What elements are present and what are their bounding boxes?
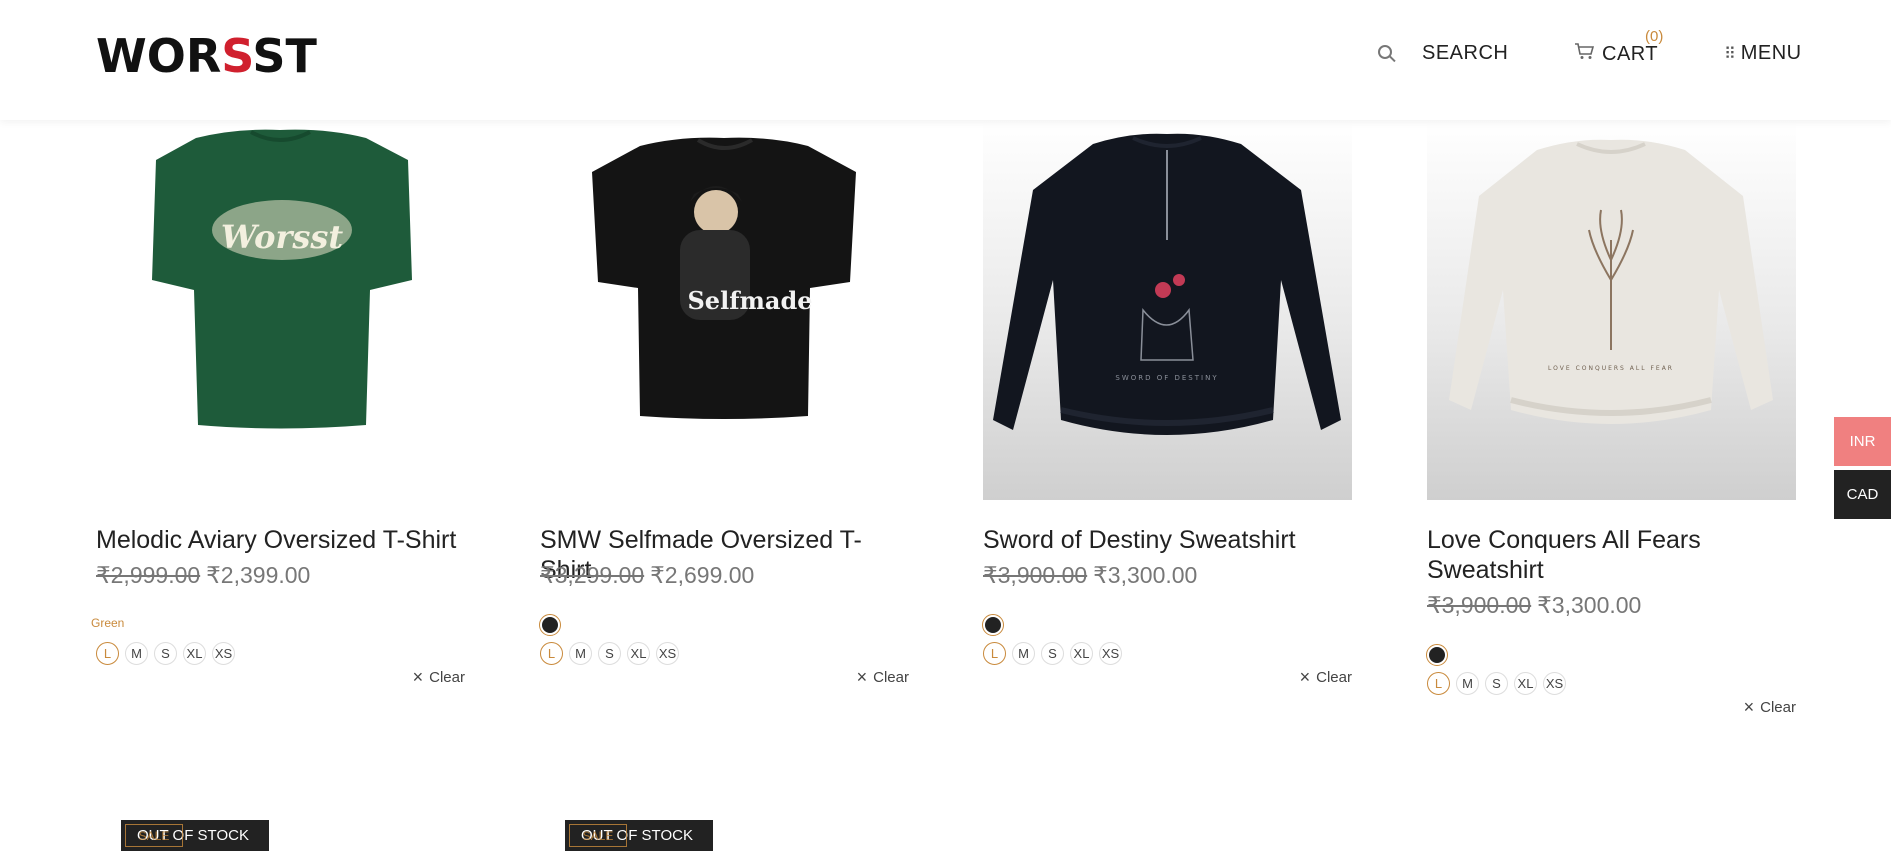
- sale-badge: SALE: [125, 824, 183, 847]
- cart-link[interactable]: CART: [1574, 42, 1658, 66]
- sweatshirt-graphic-text: SWORD OF DESTINY: [1115, 374, 1218, 382]
- product-price: ₹2,999.00 ₹2,399.00: [96, 562, 310, 589]
- original-price: ₹3,900.00: [983, 562, 1088, 588]
- size-options: L M S XL XS: [96, 642, 235, 665]
- clear-button[interactable]: × Clear: [413, 667, 465, 688]
- color-swatch-black[interactable]: [539, 614, 561, 636]
- size-s[interactable]: S: [1041, 642, 1064, 665]
- size-xs[interactable]: XS: [656, 642, 679, 665]
- product-title[interactable]: Love Conquers All Fears Sweatshirt: [1427, 525, 1796, 585]
- search-icon: [1378, 44, 1392, 59]
- original-price: ₹3,299.00: [540, 562, 645, 588]
- clear-label: Clear: [873, 669, 909, 686]
- site-logo[interactable]: WORSST: [96, 30, 317, 82]
- swatch-dot: [542, 617, 558, 633]
- size-s[interactable]: S: [154, 642, 177, 665]
- product-image[interactable]: LOVE CONQUERS ALL FEAR: [1427, 120, 1796, 500]
- currency-inr-button[interactable]: INR: [1834, 417, 1891, 466]
- size-options: L M S XL XS: [983, 642, 1122, 665]
- original-price: ₹2,999.00: [96, 562, 201, 588]
- close-icon: ×: [412, 667, 424, 687]
- out-of-stock-badge: SALE OUT OF STOCK: [565, 820, 713, 851]
- size-m[interactable]: M: [1012, 642, 1035, 665]
- product-image[interactable]: Worsst: [96, 120, 465, 500]
- size-xl[interactable]: XL: [1070, 642, 1093, 665]
- cart-count-badge: (0): [1645, 28, 1664, 45]
- product-price: ₹3,900.00 ₹3,300.00: [983, 562, 1197, 589]
- swatch-dot: [1429, 647, 1445, 663]
- tshirt-graphic-text: Worsst: [221, 218, 344, 256]
- sale-badge: SALE: [569, 824, 627, 847]
- cart-label: CART: [1602, 42, 1659, 65]
- sale-price: ₹3,300.00: [1537, 592, 1642, 618]
- close-icon: ×: [856, 667, 868, 687]
- search-link[interactable]: SEARCH: [1378, 42, 1508, 65]
- size-l[interactable]: L: [1427, 672, 1450, 695]
- size-m[interactable]: M: [1456, 672, 1479, 695]
- product-price: ₹3,299.00 ₹2,699.00: [540, 562, 754, 589]
- clear-label: Clear: [429, 669, 465, 686]
- clear-label: Clear: [1316, 669, 1352, 686]
- product-image[interactable]: Selfmade: [540, 120, 909, 500]
- site-header: WORSST SEARCH CART (0) ⠿ MENU: [0, 0, 1891, 120]
- size-xs[interactable]: XS: [1099, 642, 1122, 665]
- size-xl[interactable]: XL: [1514, 672, 1537, 695]
- clear-button[interactable]: × Clear: [1300, 667, 1352, 688]
- size-options: L M S XL XS: [540, 642, 679, 665]
- size-l[interactable]: L: [983, 642, 1006, 665]
- out-of-stock-badge: SALE OUT OF STOCK: [121, 820, 269, 851]
- size-xs[interactable]: XS: [212, 642, 235, 665]
- logo-text-end: ST: [252, 29, 317, 83]
- close-icon: ×: [1299, 667, 1311, 687]
- sale-price: ₹2,399.00: [206, 562, 311, 588]
- product-card[interactable]: Selfmade SMW Selfmade Oversized T-Shirt …: [539, 120, 909, 687]
- original-price: ₹3,900.00: [1427, 592, 1532, 618]
- product-card[interactable]: SWORD OF DESTINY Sword of Destiny Sweats…: [982, 120, 1352, 687]
- logo-text-accent: S: [221, 29, 253, 83]
- product-title[interactable]: Sword of Destiny Sweatshirt: [983, 525, 1352, 555]
- size-l[interactable]: L: [540, 642, 563, 665]
- clear-label: Clear: [1760, 699, 1796, 716]
- product-image[interactable]: SWORD OF DESTINY: [983, 120, 1352, 500]
- size-m[interactable]: M: [569, 642, 592, 665]
- size-s[interactable]: S: [1485, 672, 1508, 695]
- color-swatch-black[interactable]: [982, 614, 1004, 636]
- size-s[interactable]: S: [598, 642, 621, 665]
- size-xl[interactable]: XL: [183, 642, 206, 665]
- clear-button[interactable]: × Clear: [1744, 697, 1796, 718]
- menu-button[interactable]: ⠿ MENU: [1724, 42, 1802, 65]
- product-card[interactable]: Worsst Melodic Aviary Oversized T-Shirt …: [91, 120, 465, 687]
- color-swatch-black[interactable]: [1426, 644, 1448, 666]
- menu-label: MENU: [1740, 42, 1802, 64]
- swatch-dot: [985, 617, 1001, 633]
- cart-icon: [1574, 42, 1595, 66]
- tshirt-graphic-text: Selfmade: [687, 286, 812, 315]
- product-card[interactable]: LOVE CONQUERS ALL FEAR Love Conquers All…: [1426, 120, 1796, 717]
- size-m[interactable]: M: [125, 642, 148, 665]
- menu-dots-icon: ⠿: [1724, 45, 1736, 63]
- size-options: L M S XL XS: [1427, 672, 1566, 695]
- product-price: ₹3,900.00 ₹3,300.00: [1427, 592, 1641, 619]
- size-xl[interactable]: XL: [627, 642, 650, 665]
- logo-text-start: WOR: [96, 29, 222, 83]
- sale-price: ₹3,300.00: [1093, 562, 1198, 588]
- sale-price: ₹2,699.00: [650, 562, 755, 588]
- size-xs[interactable]: XS: [1543, 672, 1566, 695]
- search-label: SEARCH: [1422, 42, 1509, 64]
- close-icon: ×: [1743, 697, 1755, 717]
- currency-cad-button[interactable]: CAD: [1834, 470, 1891, 519]
- color-swatch-green[interactable]: Green: [91, 616, 124, 630]
- sweatshirt-graphic-text: LOVE CONQUERS ALL FEAR: [1548, 365, 1674, 372]
- product-title[interactable]: Melodic Aviary Oversized T-Shirt: [96, 525, 465, 555]
- size-l[interactable]: L: [96, 642, 119, 665]
- clear-button[interactable]: × Clear: [857, 667, 909, 688]
